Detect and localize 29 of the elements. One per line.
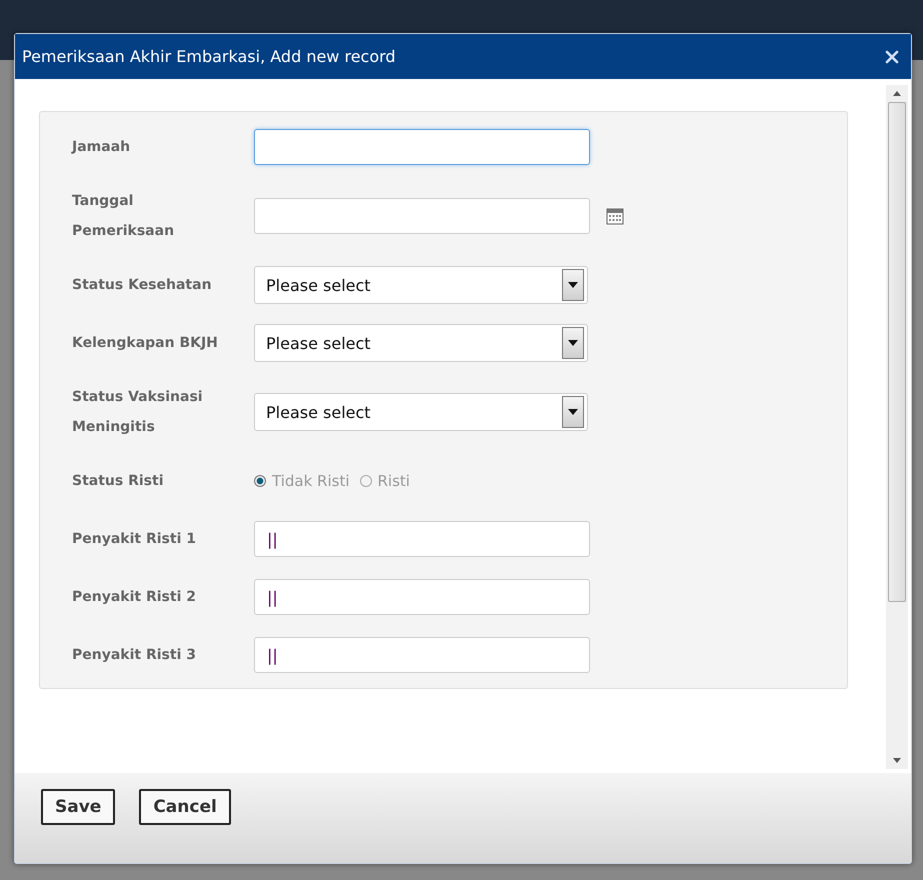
text-field[interactable] [254, 129, 590, 165]
text-field[interactable]: || [254, 579, 590, 615]
text-field[interactable] [254, 198, 590, 234]
dialog-button[interactable]: Cancel [139, 789, 231, 825]
scrollbar-thumb[interactable] [888, 102, 906, 602]
caret-icon [568, 409, 578, 415]
dropdown-field[interactable]: Please select [254, 393, 588, 431]
field-label: Status Risti [72, 472, 164, 491]
dropdown-field[interactable]: Please select [254, 324, 588, 362]
field-label: Status Kesehatan [72, 276, 213, 295]
dialog-title: Pemeriksaan Akhir Embarkasi, Add new record [22, 47, 396, 66]
scroll-down-icon[interactable] [893, 758, 901, 763]
field-label: Penyakit Risti 2 [72, 588, 197, 607]
text-field[interactable]: || [254, 637, 590, 673]
dialog-button[interactable]: Save [41, 789, 116, 825]
caret-icon [568, 340, 578, 346]
field-label: Penyakit Risti 3 [72, 646, 197, 665]
dropdown-field[interactable]: Please select [254, 266, 588, 304]
field-label: Penyakit Risti 1 [72, 530, 197, 549]
field-label: Status Vaksinasi Meningitis [72, 388, 204, 437]
caret-icon [568, 282, 578, 288]
close-icon[interactable] [885, 50, 899, 64]
field-label: Kelengkapan BKJH [72, 334, 219, 353]
field-label: Tanggal Pemeriksaan [72, 192, 176, 241]
scrollbar[interactable] [886, 85, 908, 769]
text-field[interactable]: || [254, 521, 590, 557]
calendar-icon[interactable] [606, 207, 624, 225]
field-label: Jamaah [72, 138, 132, 157]
scroll-up-icon[interactable] [893, 91, 901, 96]
